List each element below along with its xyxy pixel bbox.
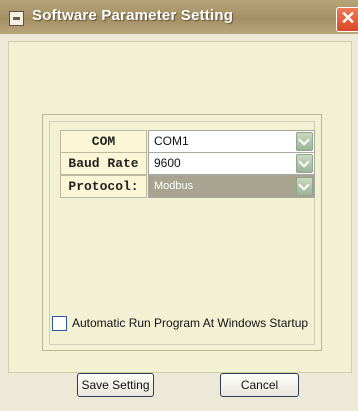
chevron-down-icon[interactable] bbox=[296, 154, 313, 173]
save-button[interactable]: Save Setting bbox=[77, 373, 154, 397]
close-button[interactable]: ✕ bbox=[336, 7, 358, 32]
window-title: Software Parameter Setting bbox=[32, 7, 234, 24]
baud-rate-label: Baud Rate bbox=[60, 152, 147, 175]
com-select[interactable]: COM1 bbox=[148, 130, 315, 153]
cancel-button[interactable]: Cancel bbox=[220, 373, 299, 397]
title-bar[interactable]: Software Parameter Setting ✕ bbox=[0, 0, 358, 34]
chevron-down-icon[interactable] bbox=[296, 132, 313, 151]
dialog-window: Software Parameter Setting ✕ COM COM1 Ba… bbox=[0, 0, 358, 411]
protocol-label: Protocol: bbox=[60, 175, 147, 198]
com-label: COM bbox=[60, 130, 147, 153]
protocol-select: Modbus bbox=[148, 175, 315, 198]
baud-rate-value: 9600 bbox=[154, 156, 181, 170]
com-value: COM1 bbox=[154, 134, 189, 148]
protocol-value: Modbus bbox=[154, 180, 194, 192]
startup-checkbox-label[interactable]: Automatic Run Program At Windows Startup bbox=[72, 315, 308, 332]
chevron-down-icon bbox=[296, 177, 313, 196]
window-menu-icon[interactable] bbox=[9, 11, 24, 26]
startup-checkbox[interactable] bbox=[52, 316, 67, 331]
baud-rate-select[interactable]: 9600 bbox=[148, 152, 315, 175]
